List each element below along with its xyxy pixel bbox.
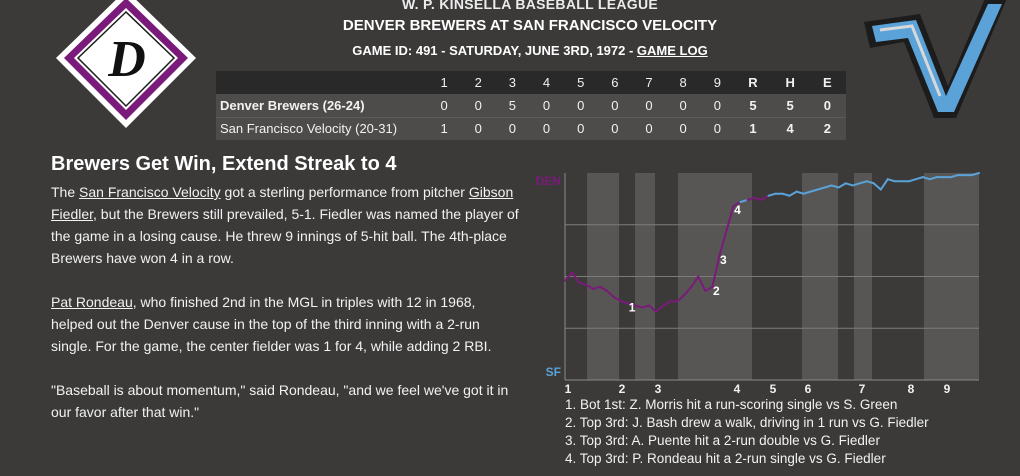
hits-header: H bbox=[785, 75, 795, 90]
key-play-item: 2. Top 3rd: J. Bash drew a walk, driving… bbox=[565, 415, 929, 430]
errors-total: 2 bbox=[823, 121, 831, 137]
inning-score: 0 bbox=[474, 121, 482, 137]
game-log-link[interactable]: GAME LOG bbox=[637, 43, 708, 58]
article-text: , but the Brewers still prevailed, 5-1. … bbox=[51, 206, 519, 266]
win-probability-chart: DEN SF 1 2 3 4 5 6 7 8 9 1 2 3 4 bbox=[536, 172, 980, 396]
hits-total: 4 bbox=[786, 121, 794, 137]
player-link[interactable]: Pat Rondeau bbox=[51, 294, 133, 310]
article-paragraph: The San Francisco Velocity got a sterlin… bbox=[51, 181, 521, 269]
denver-logo-letter: D bbox=[107, 31, 146, 88]
inning-score: 0 bbox=[713, 121, 721, 137]
denver-brewers-logo[interactable]: D bbox=[50, 0, 202, 132]
errors-header: E bbox=[823, 75, 832, 90]
play-marker-label: 4 bbox=[734, 203, 741, 217]
play-marker-label: 3 bbox=[720, 253, 727, 267]
runs-total: 5 bbox=[749, 97, 757, 113]
inning-score: 0 bbox=[440, 97, 448, 113]
inning-score: 0 bbox=[611, 97, 619, 113]
key-play-item: 3. Top 3rd: A. Puente hit a 2-run double… bbox=[565, 433, 880, 448]
article-paragraph: "Baseball is about momentum," said Ronde… bbox=[51, 382, 509, 420]
inning-tick-label: 7 bbox=[859, 382, 866, 396]
inning-score: 0 bbox=[645, 97, 653, 113]
hits-total: 5 bbox=[786, 97, 794, 113]
inning-tick-label: 4 bbox=[734, 382, 741, 396]
article-paragraph: Pat Rondeau, who finished 2nd in the MGL… bbox=[51, 291, 521, 357]
inning-score: 0 bbox=[542, 97, 551, 113]
inning-tick-label: 1 bbox=[565, 382, 572, 396]
team-header bbox=[216, 71, 427, 94]
inning-score: 0 bbox=[713, 97, 721, 113]
runs-total: 1 bbox=[749, 121, 757, 137]
inning-tick-label: 8 bbox=[908, 382, 915, 396]
key-plays-list: 1. Bot 1st: Z. Morris hit a run-scoring … bbox=[565, 396, 1005, 468]
inning-score: 0 bbox=[679, 97, 687, 113]
article-text: got a sterling performance from pitcher bbox=[220, 184, 469, 200]
team-name[interactable]: Denver Brewers (26-24) bbox=[216, 94, 427, 117]
inning-header: 1 bbox=[440, 75, 448, 90]
inning-score: 0 bbox=[577, 97, 585, 113]
inning-tick-label: 9 bbox=[944, 382, 951, 396]
play-marker-label: 1 bbox=[629, 300, 636, 314]
inning-header: 4 bbox=[542, 75, 551, 90]
velocity-logo-icon bbox=[864, 0, 1007, 118]
inning-header: 6 bbox=[611, 75, 619, 90]
inning-score: 5 bbox=[508, 97, 516, 113]
linescore-row-denver: Denver Brewers (26-24) 0 0 5 0 0 0 0 0 0… bbox=[216, 94, 846, 117]
inning-tick-label: 3 bbox=[655, 382, 662, 396]
inning-score: 0 bbox=[508, 121, 516, 137]
article-headline: Brewers Get Win, Extend Streak to 4 bbox=[51, 153, 397, 175]
runs-header: R bbox=[748, 75, 758, 90]
inning-score: 0 bbox=[577, 121, 585, 137]
article-body: The San Francisco Velocity got a sterlin… bbox=[51, 181, 521, 445]
inning-score: 0 bbox=[474, 97, 482, 113]
linescore-table: 1 2 3 4 5 6 7 8 9 R H E Denver Brewers (… bbox=[216, 71, 846, 140]
play-marker-label: 2 bbox=[713, 284, 720, 298]
inning-score: 0 bbox=[542, 121, 551, 137]
inning-header: 7 bbox=[645, 75, 653, 90]
sf-velocity-logo[interactable] bbox=[860, 0, 1010, 122]
inning-header: 2 bbox=[474, 75, 482, 90]
inning-tick-label: 5 bbox=[770, 382, 777, 396]
inning-header: 3 bbox=[508, 75, 516, 90]
team-link[interactable]: San Francisco Velocity bbox=[79, 184, 221, 200]
inning-header: 9 bbox=[713, 75, 721, 90]
inning-header: 8 bbox=[679, 75, 687, 90]
article-text: The bbox=[51, 184, 80, 200]
denver-logo-icon: D bbox=[56, 0, 196, 128]
inning-score: 0 bbox=[611, 121, 619, 137]
inning-score: 0 bbox=[679, 121, 687, 137]
inning-header: 5 bbox=[577, 75, 585, 90]
errors-total: 0 bbox=[823, 97, 831, 113]
inning-score: 1 bbox=[440, 121, 448, 137]
key-play-item: 4. Top 3rd: P. Rondeau hit a 2-run singl… bbox=[565, 451, 886, 466]
bottom-team-label: SF bbox=[546, 365, 561, 379]
game-id-date: GAME ID: 491 - SATURDAY, JUNE 3RD, 1972 … bbox=[352, 43, 637, 58]
inning-tick-label: 6 bbox=[805, 382, 812, 396]
inning-score: 0 bbox=[645, 121, 653, 137]
key-play-item: 1. Bot 1st: Z. Morris hit a run-scoring … bbox=[565, 397, 898, 412]
top-team-label: DEN bbox=[536, 174, 561, 188]
linescore-row-sf: San Francisco Velocity (20-31) 1 0 0 0 0… bbox=[216, 117, 846, 140]
linescore-header-row: 1 2 3 4 5 6 7 8 9 R H E bbox=[216, 71, 846, 94]
inning-tick-label: 2 bbox=[619, 382, 626, 396]
team-name[interactable]: San Francisco Velocity (20-31) bbox=[216, 117, 427, 140]
